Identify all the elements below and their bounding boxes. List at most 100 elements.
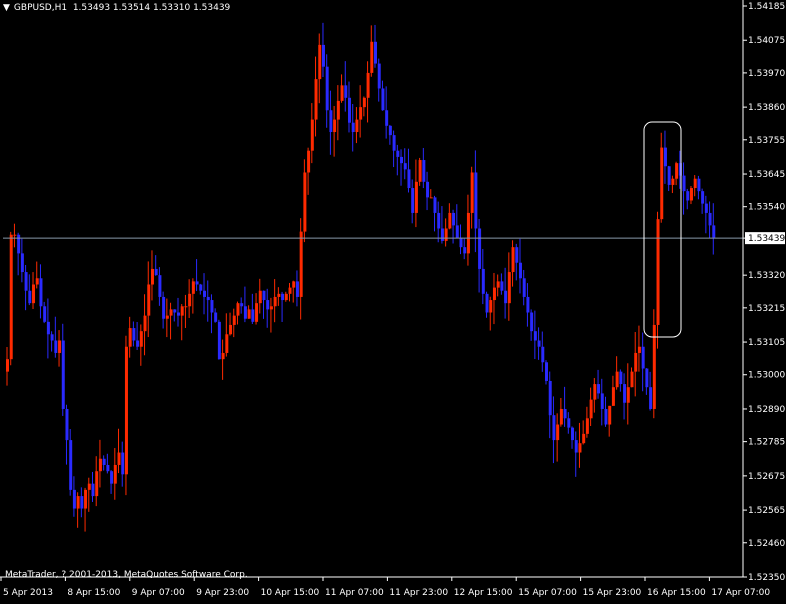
y-tick-label: 1.53645 [748,170,785,180]
y-tick-label: 1.53215 [748,304,785,314]
candle-body [492,287,496,301]
symbol-timeframe: GBPUSD,H1 [13,3,68,13]
candle-body [225,334,229,353]
candle-body [474,172,478,229]
candle-body [154,268,158,276]
y-tick-label: 1.53105 [748,338,785,348]
candle-body [333,119,337,133]
candle-body [626,387,630,403]
candle-body [292,281,296,288]
candle-body [574,440,578,453]
x-tick-label: 9 Apr 23:00 [196,588,249,598]
y-tick-label: 1.53000 [748,371,785,381]
candle-body [32,284,36,304]
candle-body [72,489,76,509]
y-tick-label: 1.52565 [748,506,785,516]
candle-body [578,443,582,453]
chart-area[interactable]: 1.54185 1.54075 1.53970 1.53860 1.53755 1.536… [0,0,786,601]
candle-body [236,303,240,316]
candle-body [530,312,534,332]
dropdown-arrow-icon[interactable]: ▼ [3,3,10,13]
candle-body [377,63,381,89]
candle-body [262,290,266,301]
candle-body [374,41,378,64]
candle-body [69,440,73,490]
candle-body [6,359,9,372]
candle-body [652,324,656,409]
candle-body [463,247,467,254]
candle-body [422,160,426,182]
candle-body [269,306,273,310]
candle-body [24,272,28,291]
candle-body [478,228,482,269]
candle-body [429,197,433,199]
candle-body [663,147,667,167]
y-axis-ticks: 1.54185 1.54075 1.53970 1.53860 1.53755 1.536… [743,2,785,583]
y-tick-label: 1.53970 [748,69,785,79]
candle-body [634,352,638,372]
candle-body [344,85,348,98]
x-tick-label: 9 Apr 07:00 [132,588,185,598]
candle-body [459,237,463,248]
candle-body [515,247,519,263]
candle-body [240,303,244,307]
y-tick-label: 1.52785 [748,438,785,448]
candle-body [545,362,549,381]
candle-body [28,290,32,304]
candle-body [597,384,601,394]
candle-body [106,464,110,472]
candle-body [295,281,299,297]
candle-body [20,253,24,273]
candle-body [571,427,575,441]
candle-body [381,88,385,111]
candle-body [585,418,589,434]
candle-body [600,393,604,409]
chart-svg[interactable]: 1.54185 1.54075 1.53970 1.53860 1.53755 1.536… [0,0,786,601]
candle-body [589,399,593,419]
candle-body [221,352,225,360]
candle-body [582,433,586,444]
candle-body [645,368,649,388]
x-tick-label: 5 Apr 2013 [3,588,53,598]
candle-body [46,321,50,335]
candle-body [619,371,623,385]
candle-body [17,234,21,254]
candle-body [54,340,58,353]
candle-body [158,275,162,297]
candle-body [693,178,697,189]
candle-body [132,328,136,341]
candle-body [411,188,415,213]
ohlc-values: 1.53493 1.53514 1.53310 1.53439 [72,3,231,13]
x-tick-label: 15 Apr 07:00 [518,588,577,598]
candle-body [113,464,117,484]
candle-body [623,384,627,403]
y-tick-label: 1.54075 [748,36,785,46]
candle-body [210,300,214,313]
candle-body [188,293,192,307]
candle-body [229,324,233,335]
candle-body [80,496,84,509]
candle-body [98,458,102,472]
y-tick-label: 1.52890 [748,405,785,415]
candle-body [437,212,441,229]
candle-body [660,147,664,220]
candle-body [87,483,91,490]
candles-group [6,22,716,532]
candle-body [13,234,17,236]
candle-body [58,340,62,353]
current-price-label: 1.53439 [748,234,785,244]
candle-body [466,212,470,254]
candle-body [552,415,556,441]
candle-body [258,290,262,304]
x-tick-label: 11 Apr 07:00 [325,588,384,598]
candle-body [489,300,493,313]
candle-body [232,315,236,325]
x-tick-label: 15 Apr 23:00 [583,588,642,598]
candle-body [50,334,54,341]
candle-body [329,110,333,133]
candle-body [136,340,140,347]
candle-body [307,150,311,173]
candle-body [604,408,608,425]
candle-body [147,284,151,316]
candle-body [321,44,325,67]
